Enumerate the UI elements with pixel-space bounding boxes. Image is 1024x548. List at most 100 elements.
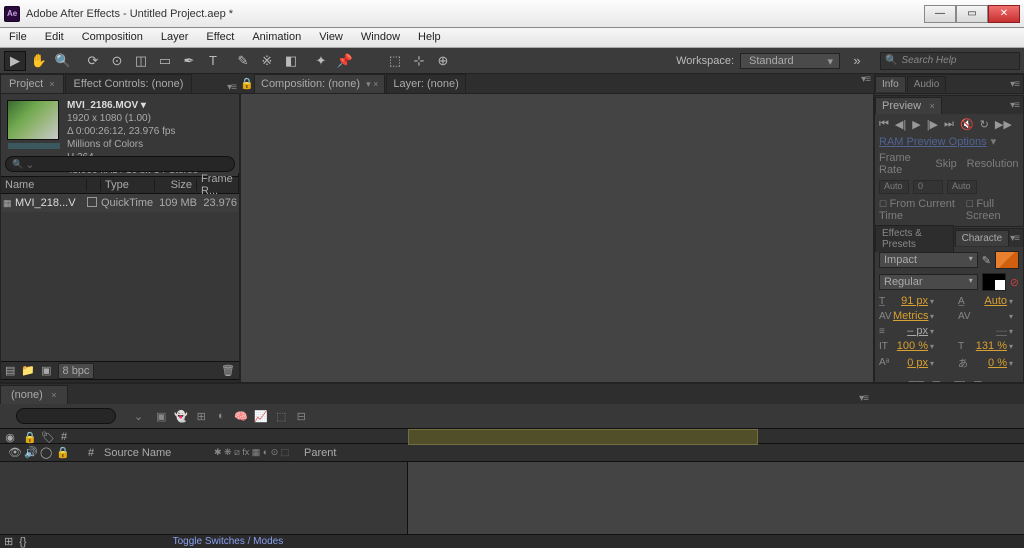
panel-menu-icon[interactable]: ▾≡ [1010,79,1019,90]
frame-blend-icon[interactable]: ⊞ [193,408,209,424]
tab-info[interactable]: Info [875,76,906,92]
font-family-select[interactable]: Impact [879,252,978,268]
draft3d-icon[interactable]: ⬚ [273,408,289,424]
pan-behind-tool[interactable]: ◫ [130,51,152,71]
collapse-icon[interactable]: ⊟ [293,408,309,424]
tab-composition[interactable]: Composition: (none)▾ × [254,74,385,93]
parent-header[interactable]: Parent [300,447,360,459]
stroke-width-value[interactable]: – px [893,325,928,337]
lock-column-icon[interactable]: 🔒 [20,431,40,444]
bpc-button[interactable]: 8 bpc [58,363,95,379]
play-button[interactable]: ▶ [912,118,920,131]
brush-tool[interactable]: ✎ [232,51,254,71]
pen-tool[interactable]: ✒ [178,51,200,71]
eye-icon[interactable]: 👁 [4,446,20,459]
roto-tool[interactable]: ✦ [310,51,332,71]
interpret-icon[interactable]: ▤ [5,364,15,377]
first-frame-button[interactable]: ⏮ [879,118,889,131]
eraser-tool[interactable]: ◧ [280,51,302,71]
tab-character[interactable]: Characte [955,230,1010,246]
axis-world-icon[interactable]: ⊹ [408,51,430,71]
trash-icon[interactable]: 🗑 [221,364,235,377]
tab-layer[interactable]: Layer: (none) [386,74,465,93]
puppet-tool[interactable]: 📌 [334,51,356,71]
solo-icon[interactable]: ◯ [36,446,52,459]
last-frame-button[interactable]: ⏭ [944,118,954,131]
ram-options-link[interactable]: RAM Preview Options [879,136,987,148]
leading-value[interactable]: Auto [972,295,1007,307]
panel-menu-icon[interactable]: ▾≡ [227,82,236,93]
menu-help[interactable]: Help [409,28,450,47]
lock-icon[interactable]: 🔒 [240,74,254,93]
panel-menu-icon[interactable]: ▾≡ [1010,233,1019,244]
timeline-zoom-slider[interactable] [408,535,1024,548]
toggle-switches-icon[interactable]: ⊞ [4,535,13,548]
mask-tool[interactable]: ▭ [154,51,176,71]
label-icon[interactable]: 🏷 [40,431,56,444]
baseline-value[interactable]: 0 px [893,357,928,369]
eyedropper-icon[interactable]: ✎ [982,254,991,267]
work-area-bar[interactable] [408,429,758,445]
axis-view-icon[interactable]: ⊕ [432,51,454,71]
mute-button[interactable]: 🔇 [960,118,974,131]
menu-view[interactable]: View [310,28,352,47]
camera-tool[interactable]: ⊙ [106,51,128,71]
font-style-select[interactable]: Regular [879,274,978,290]
from-current-checkbox[interactable]: ☐ From Current Time [879,198,962,222]
timeline-layer-list[interactable] [0,462,408,534]
selection-tool[interactable]: ▶ [4,51,26,71]
toggle-switches-link[interactable]: Toggle Switches / Modes [173,536,284,547]
menu-effect[interactable]: Effect [197,28,243,47]
lock-icon[interactable]: 🔒 [52,446,68,459]
tsume-value[interactable]: 0 % [972,357,1007,369]
prev-frame-button[interactable]: ◀| [895,118,906,131]
source-name-header[interactable]: Source Name [100,447,210,459]
tab-effect-controls[interactable]: Effect Controls: (none) [65,74,193,93]
panel-menu-icon[interactable]: ▾≡ [1010,100,1019,111]
no-stroke-icon[interactable]: ⊘ [1010,276,1019,289]
timeline-tracks[interactable] [408,462,1024,534]
tab-preview[interactable]: Preview × [875,97,942,114]
motion-blur-icon[interactable]: ◐ [213,408,229,424]
hand-tool[interactable]: ✋ [28,51,50,71]
menu-animation[interactable]: Animation [243,28,310,47]
timeline-search-input[interactable] [16,408,116,424]
graph-icon[interactable]: 📈 [253,408,269,424]
next-frame-button[interactable]: |▶ [927,118,938,131]
ram-preview-button[interactable]: ▶▶ [995,118,1012,131]
menu-layer[interactable]: Layer [152,28,198,47]
menu-window[interactable]: Window [352,28,409,47]
skip-field[interactable]: 0 [913,180,943,194]
fill-color-swatch[interactable] [995,251,1019,269]
workspace-select[interactable]: Standard [740,53,840,69]
loop-button[interactable]: ↻ [980,118,989,131]
hscale-value[interactable]: 131 % [972,340,1007,352]
project-item-row[interactable]: ▦ MVI_218...V QuickTime 109 MB 23.976 [1,194,239,212]
framerate-field[interactable]: Auto [879,180,909,194]
axis-local-icon[interactable]: ⬚ [384,51,406,71]
clone-tool[interactable]: ※ [256,51,278,71]
shy-icon[interactable]: 👻 [173,408,189,424]
project-search-input[interactable]: ⌄ [5,156,235,172]
zoom-tool[interactable]: 🔍 [52,51,74,71]
timeline-snap-icon[interactable]: {} [19,536,26,548]
full-screen-checkbox[interactable]: ☐ Full Screen [966,198,1019,222]
close-button[interactable]: ✕ [988,5,1020,23]
folder-icon[interactable]: 📁 [21,364,35,377]
speaker-icon[interactable]: 🔊 [20,446,36,459]
vscale-value[interactable]: 100 % [893,340,928,352]
type-tool[interactable]: T [202,51,224,71]
search-help-input[interactable]: Search Help [880,52,1020,70]
brain-icon[interactable]: 🧠 [233,408,249,424]
comp-mini-icon[interactable]: ▣ [153,408,169,424]
menu-edit[interactable]: Edit [36,28,73,47]
tab-timeline-none[interactable]: (none) × [0,385,68,404]
kerning-value[interactable]: Metrics [893,310,928,322]
panel-menu-icon[interactable]: ▾≡ [861,74,870,93]
tab-effects-presets[interactable]: Effects & Presets [875,225,954,252]
panel-menu-icon[interactable]: ▾≡ [859,393,868,404]
workspace-search-icon[interactable]: » [846,51,868,71]
tab-audio[interactable]: Audio [907,76,947,92]
stroke-color-swatch[interactable] [982,273,1006,291]
font-size-value[interactable]: 91 px [893,295,928,307]
